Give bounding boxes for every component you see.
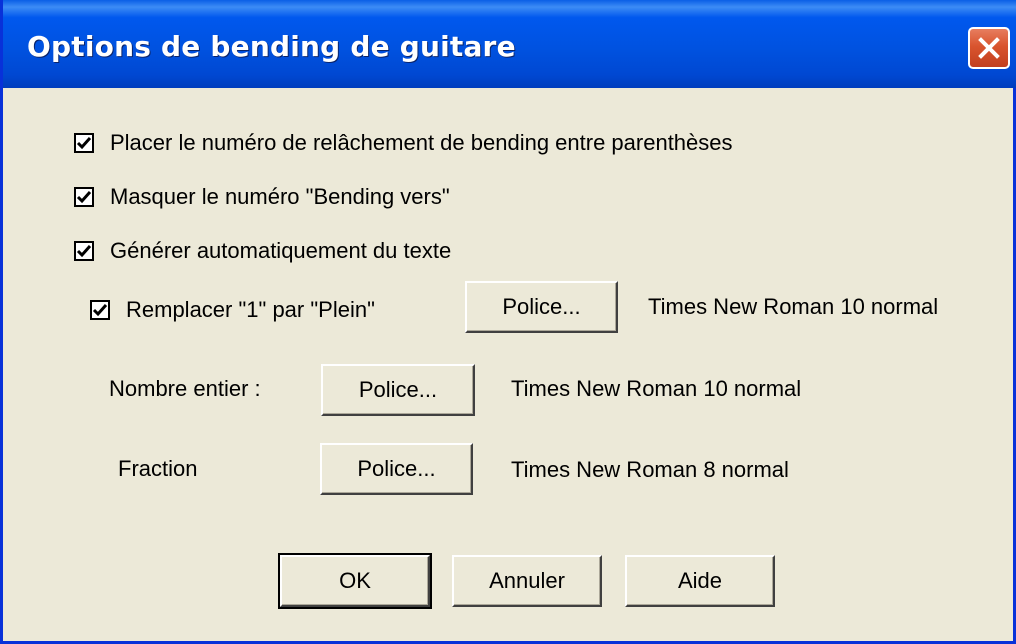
- title-bar[interactable]: Options de bending de guitare: [3, 0, 1016, 88]
- checkmark-icon: [76, 191, 92, 204]
- parentheses-label: Placer le numéro de relâchement de bendi…: [110, 130, 733, 155]
- replace-full-checkbox[interactable]: [90, 300, 110, 320]
- full-font-button[interactable]: Police...: [465, 281, 618, 333]
- dialog-window: Options de bending de guitare Placer le …: [0, 0, 1016, 644]
- dialog-content: Placer le numéro de relâchement de bendi…: [3, 88, 1016, 644]
- hide-bend-to-checkbox[interactable]: [74, 187, 94, 207]
- close-icon: [978, 37, 1000, 59]
- fraction-font-button[interactable]: Police...: [320, 443, 473, 495]
- whole-number-font-button[interactable]: Police...: [321, 364, 475, 416]
- auto-text-label: Générer automatiquement du texte: [110, 238, 452, 263]
- full-font-description: Times New Roman 10 normal: [648, 294, 939, 319]
- close-button[interactable]: [968, 27, 1010, 69]
- fraction-label: Fraction: [118, 456, 198, 481]
- hide-bend-to-label: Masquer le numéro "Bending vers": [110, 184, 450, 209]
- help-button[interactable]: Aide: [625, 555, 775, 607]
- replace-full-option[interactable]: Remplacer "1" par "Plein": [90, 297, 375, 323]
- auto-text-checkbox[interactable]: [74, 241, 94, 261]
- whole-number-font-description: Times New Roman 10 normal: [511, 376, 802, 401]
- dialog-title: Options de bending de guitare: [27, 30, 516, 63]
- parentheses-checkbox[interactable]: [74, 133, 94, 153]
- ok-button[interactable]: OK: [278, 553, 432, 609]
- replace-full-label: Remplacer "1" par "Plein": [126, 297, 375, 322]
- auto-text-option[interactable]: Générer automatiquement du texte: [74, 238, 451, 264]
- checkmark-icon: [76, 137, 92, 150]
- hide-bend-to-option[interactable]: Masquer le numéro "Bending vers": [74, 184, 450, 210]
- checkmark-icon: [76, 245, 92, 258]
- whole-number-label: Nombre entier :: [109, 376, 261, 401]
- checkmark-icon: [92, 304, 108, 317]
- cancel-button[interactable]: Annuler: [452, 555, 602, 607]
- fraction-font-description: Times New Roman 8 normal: [511, 457, 789, 482]
- parentheses-option[interactable]: Placer le numéro de relâchement de bendi…: [74, 130, 733, 156]
